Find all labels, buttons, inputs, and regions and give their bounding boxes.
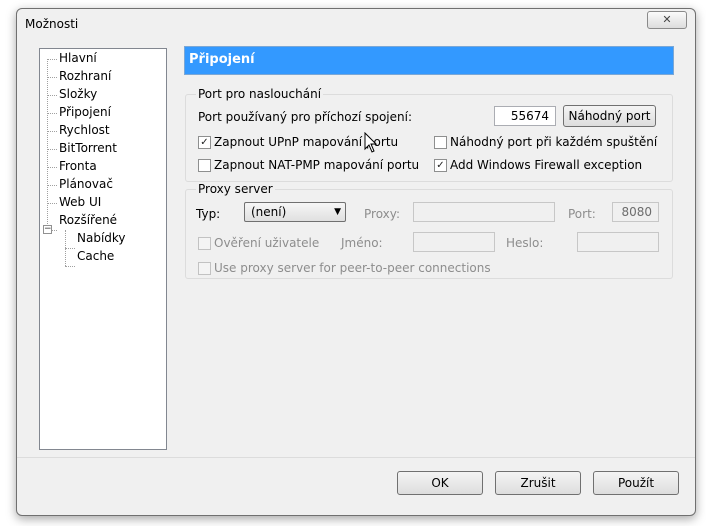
tree-item-fronta[interactable]: Fronta	[59, 158, 97, 175]
cancel-button[interactable]: Zrušit	[495, 471, 581, 495]
tree-guide-line	[47, 131, 57, 132]
connection-settings-pane: Připojení Port pro naslouchání Port použ…	[184, 46, 674, 346]
natpmp-label[interactable]: Zapnout NAT-PMP mapování portu	[214, 158, 419, 172]
tree-guide-line	[47, 149, 57, 150]
tree-item-hlavni[interactable]: Hlavní	[59, 50, 97, 67]
tree-guide-line	[47, 77, 57, 78]
tree-item-nabidky[interactable]: Nabídky	[77, 230, 126, 247]
proxy-auth-checkbox[interactable]	[198, 237, 211, 250]
tree-item-rozhrani[interactable]: Rozhraní	[59, 68, 111, 85]
username-label: Jméno:	[341, 236, 383, 250]
username-input[interactable]	[413, 232, 495, 252]
random-port-each-start-label[interactable]: Náhodný port při každém spuštění	[450, 135, 657, 149]
tree-item-bittorrent[interactable]: BitTorrent	[59, 140, 117, 157]
tree-item-web-ui[interactable]: Web UI	[59, 194, 101, 211]
tree-guide-line	[47, 185, 57, 186]
proxy-server-group: Proxy server Typ: (není) ▼ Proxy: Port: …	[185, 182, 673, 279]
close-button[interactable]: ✕	[647, 11, 687, 29]
tree-guide-line	[65, 266, 75, 267]
tree-guide-line	[47, 113, 57, 114]
tree-guide-line	[47, 59, 57, 60]
tree-item-cache[interactable]: Cache	[77, 248, 114, 265]
mouse-cursor-icon	[364, 132, 378, 153]
random-port-each-start-checkbox[interactable]	[434, 136, 447, 149]
password-input[interactable]	[577, 232, 659, 252]
upnp-checkbox[interactable]: ✓	[198, 136, 211, 149]
port-label: Port používaný pro příchozí spojení:	[198, 110, 413, 124]
tree-item-slozky[interactable]: Složky	[59, 86, 97, 103]
tree-item-rozsirene[interactable]: Rozšířené	[59, 212, 117, 229]
category-tree: Hlavní Rozhraní Složky Připojení Rychlos…	[39, 48, 167, 450]
proxy-type-select[interactable]: (není) ▼	[244, 202, 346, 222]
tree-item-rychlost[interactable]: Rychlost	[59, 122, 110, 139]
proxy-p2p-label[interactable]: Use proxy server for peer-to-peer connec…	[214, 261, 491, 275]
tree-guide-line	[47, 167, 57, 168]
apply-button[interactable]: Použít	[593, 471, 679, 495]
chevron-down-icon: ▼	[334, 207, 341, 217]
firewall-exception-label[interactable]: Add Windows Firewall exception	[450, 158, 642, 172]
proxy-p2p-checkbox[interactable]	[198, 262, 211, 275]
window-title: Možnosti	[25, 17, 79, 31]
proxy-port-input[interactable]: 8080	[612, 202, 659, 222]
proxy-auth-label[interactable]: Ověření uživatele	[214, 236, 319, 250]
ok-button[interactable]: OK	[397, 471, 483, 495]
proxy-type-value: (není)	[251, 205, 287, 219]
tree-guide-line	[65, 248, 75, 249]
collapse-icon[interactable]: −	[43, 225, 52, 234]
natpmp-checkbox[interactable]	[198, 159, 211, 172]
proxy-type-label: Typ:	[196, 207, 221, 221]
proxy-host-label: Proxy:	[364, 207, 401, 221]
title-bar: Možnosti ✕	[17, 9, 695, 39]
tree-guide-line	[47, 95, 57, 96]
group-title: Port pro naslouchání	[196, 87, 324, 101]
password-label: Heslo:	[506, 236, 544, 250]
tree-guide-line	[52, 230, 57, 231]
tree-guide-line	[47, 203, 57, 204]
page-title: Připojení	[184, 46, 674, 75]
proxy-port-label: Port:	[568, 207, 596, 221]
tree-item-pripojeni[interactable]: Připojení	[59, 104, 111, 121]
tree-guide-line	[47, 59, 48, 230]
listen-port-group: Port pro naslouchání Port používaný pro …	[185, 87, 673, 182]
options-dialog: Možnosti ✕ Hlavní Rozhraní Složky Připoj…	[16, 8, 696, 516]
port-input[interactable]: 55674	[494, 106, 556, 126]
random-port-button[interactable]: Náhodný port	[563, 105, 656, 127]
footer-divider	[17, 457, 695, 458]
firewall-exception-checkbox[interactable]: ✓	[434, 159, 447, 172]
tree-item-planovac[interactable]: Plánovač	[59, 176, 113, 193]
proxy-host-input[interactable]	[413, 202, 555, 222]
group-title: Proxy server	[196, 182, 275, 196]
